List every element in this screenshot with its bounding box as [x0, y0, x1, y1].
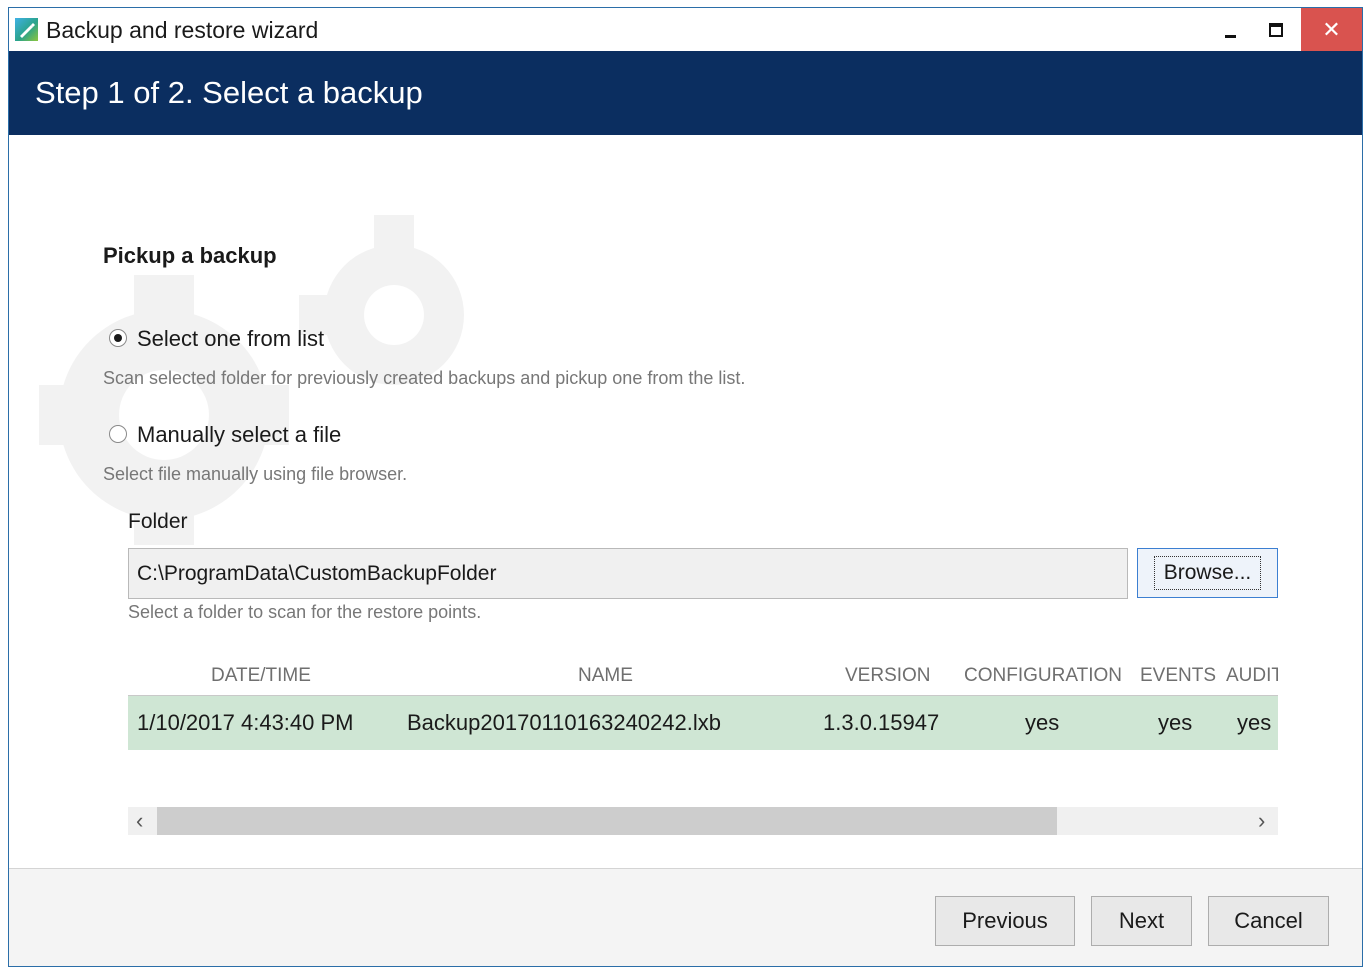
horizontal-scrollbar[interactable]: ‹ › [128, 807, 1278, 835]
cancel-button[interactable]: Cancel [1208, 896, 1329, 946]
option-manual-file-label[interactable]: Manually select a file [137, 422, 341, 448]
option-select-from-list-radio[interactable] [109, 329, 127, 347]
cell-events: yes [1158, 710, 1193, 735]
close-icon[interactable]: ✕ [1301, 8, 1362, 51]
backup-list-grid: DATE/TIME NAME VERSION CONFIGURATION EVE… [128, 655, 1278, 860]
cell-name: Backup20170110163240242.lxb [407, 710, 721, 735]
column-header-events[interactable]: EVENTS [1140, 665, 1216, 687]
scroll-right-icon[interactable]: › [1258, 808, 1265, 834]
previous-button[interactable]: Previous [935, 896, 1075, 946]
minimize-icon[interactable] [1208, 8, 1254, 51]
step-title: Step 1 of 2. Select a backup [35, 75, 423, 110]
maximize-icon[interactable] [1253, 8, 1299, 51]
option-manual-file-radio[interactable] [109, 425, 127, 443]
column-header-audit[interactable]: AUDIT [1226, 665, 1278, 687]
scroll-left-icon[interactable]: ‹ [136, 808, 143, 834]
wizard-header: Step 1 of 2. Select a backup [9, 51, 1362, 135]
grid-header: DATE/TIME NAME VERSION CONFIGURATION EVE… [128, 655, 1278, 696]
option-select-from-list-hint: Scan selected folder for previously crea… [103, 368, 746, 388]
title-bar: Backup and restore wizard ✕ [9, 8, 1362, 51]
folder-label: Folder [128, 510, 188, 533]
cell-version: 1.3.0.15947 [823, 710, 940, 735]
browse-button-label: Browse... [1153, 556, 1262, 590]
cell-datetime: 1/10/2017 4:43:40 PM [137, 710, 354, 735]
column-header-datetime[interactable]: DATE/TIME [211, 665, 311, 687]
cell-audit: yes [1237, 710, 1272, 735]
wizard-footer: Previous Next Cancel [9, 868, 1362, 966]
table-row[interactable]: 1/10/2017 4:43:40 PM Backup2017011016324… [128, 696, 1278, 750]
cell-configuration: yes [1025, 710, 1060, 735]
folder-hint: Select a folder to scan for the restore … [128, 602, 482, 622]
wizard-content: Pickup a backup Select one from list Sca… [9, 135, 1362, 868]
scrollbar-thumb[interactable] [157, 807, 1057, 835]
column-header-configuration[interactable]: CONFIGURATION [964, 665, 1122, 687]
app-icon [15, 18, 38, 41]
column-header-version[interactable]: VERSION [845, 665, 931, 687]
browse-button[interactable]: Browse... [1137, 548, 1278, 598]
folder-path-input[interactable] [128, 548, 1128, 599]
window-title: Backup and restore wizard [46, 17, 319, 43]
option-manual-file-hint: Select file manually using file browser. [103, 464, 408, 484]
section-title: Pickup a backup [103, 243, 277, 268]
option-select-from-list-label[interactable]: Select one from list [137, 326, 324, 352]
next-button[interactable]: Next [1091, 896, 1192, 946]
column-header-name[interactable]: NAME [578, 665, 633, 687]
wizard-window: Backup and restore wizard ✕ Step 1 of 2.… [8, 7, 1363, 967]
